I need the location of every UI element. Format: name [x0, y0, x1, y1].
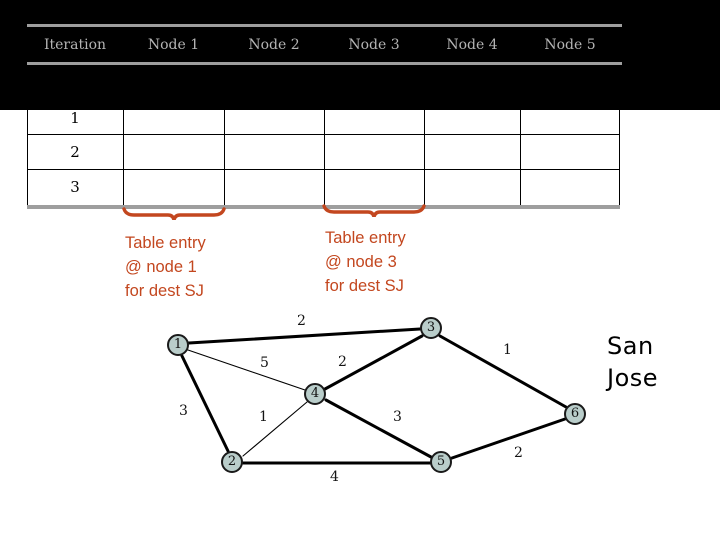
brace-node-1 [122, 207, 226, 220]
table-header-node-1: Node 1 [147, 37, 200, 53]
banner-rule-bottom [27, 62, 622, 65]
table-header-node-4: Node 4 [446, 37, 498, 53]
callout-node-1-line-3: for dest SJ [125, 282, 204, 300]
table-hline-2 [27, 169, 620, 170]
brace-node-3 [322, 204, 426, 217]
edge-weight-3-6: 1 [503, 342, 512, 358]
callout-node-3-line-2: @ node 3 [325, 253, 397, 271]
table-vline-2 [224, 74, 225, 207]
edge-weight-4-5: 3 [393, 409, 402, 425]
graph-node-4[interactable]: 4 [304, 383, 326, 405]
edge-1-3 [187, 327, 422, 345]
edge-weight-4-2: 1 [259, 409, 268, 425]
table-vline-4 [424, 74, 425, 207]
edge-4-2 [242, 401, 308, 457]
banner-rule-top [27, 24, 622, 27]
distance-vector-table: 1 2 3 [27, 74, 620, 209]
table-header-node-5: Node 5 [544, 37, 596, 53]
callout-node-3: Table entry @ node 3 for dest SJ [325, 226, 406, 298]
edge-5-6 [450, 417, 567, 460]
table-row-label-2: 2 [70, 143, 80, 161]
slide-canvas: Iteration Node 1 Node 2 Node 3 Node 4 No… [0, 0, 720, 540]
table-hline-1 [27, 134, 620, 135]
table-header-node-3: Node 3 [348, 37, 400, 53]
callout-node-3-line-3: for dest SJ [325, 277, 404, 295]
callout-node-1: Table entry @ node 1 for dest SJ [125, 231, 206, 303]
graph-node-2[interactable]: 2 [221, 451, 243, 473]
edge-1-2 [180, 354, 230, 453]
destination-label-san-jose: San Jose [607, 330, 707, 394]
table-row-label-1: 1 [70, 109, 80, 127]
edge-weight-5-6: 2 [514, 445, 523, 461]
callout-node-1-line-1: Table entry [125, 234, 206, 252]
edge-1-4 [187, 349, 306, 391]
graph-node-3[interactable]: 3 [420, 317, 442, 339]
table-vline-3 [324, 74, 325, 207]
edge-weight-2-5: 4 [330, 469, 339, 485]
edge-weight-4-3: 2 [338, 354, 347, 370]
table-vline-6 [619, 74, 620, 207]
callout-node-1-line-2: @ node 1 [125, 258, 197, 276]
edge-weight-1-3: 2 [297, 313, 306, 329]
destination-label-line-1: San [607, 332, 654, 360]
edge-weight-1-2: 3 [179, 403, 188, 419]
table-vline-5 [520, 74, 521, 207]
graph-node-6[interactable]: 6 [564, 403, 586, 425]
graph-node-1[interactable]: 1 [167, 334, 189, 356]
table-header-node-2: Node 2 [248, 37, 300, 53]
edge-4-5 [324, 398, 433, 459]
callout-node-3-line-1: Table entry [325, 229, 406, 247]
graph-node-5[interactable]: 5 [430, 451, 452, 473]
table-hline-0 [27, 74, 620, 75]
edge-weight-1-4: 5 [260, 355, 269, 371]
table-vline-1 [123, 74, 124, 207]
destination-label-line-2: Jose [607, 364, 659, 392]
table-header-iteration: Iteration [43, 37, 107, 53]
table-row-label-3: 3 [70, 178, 80, 196]
